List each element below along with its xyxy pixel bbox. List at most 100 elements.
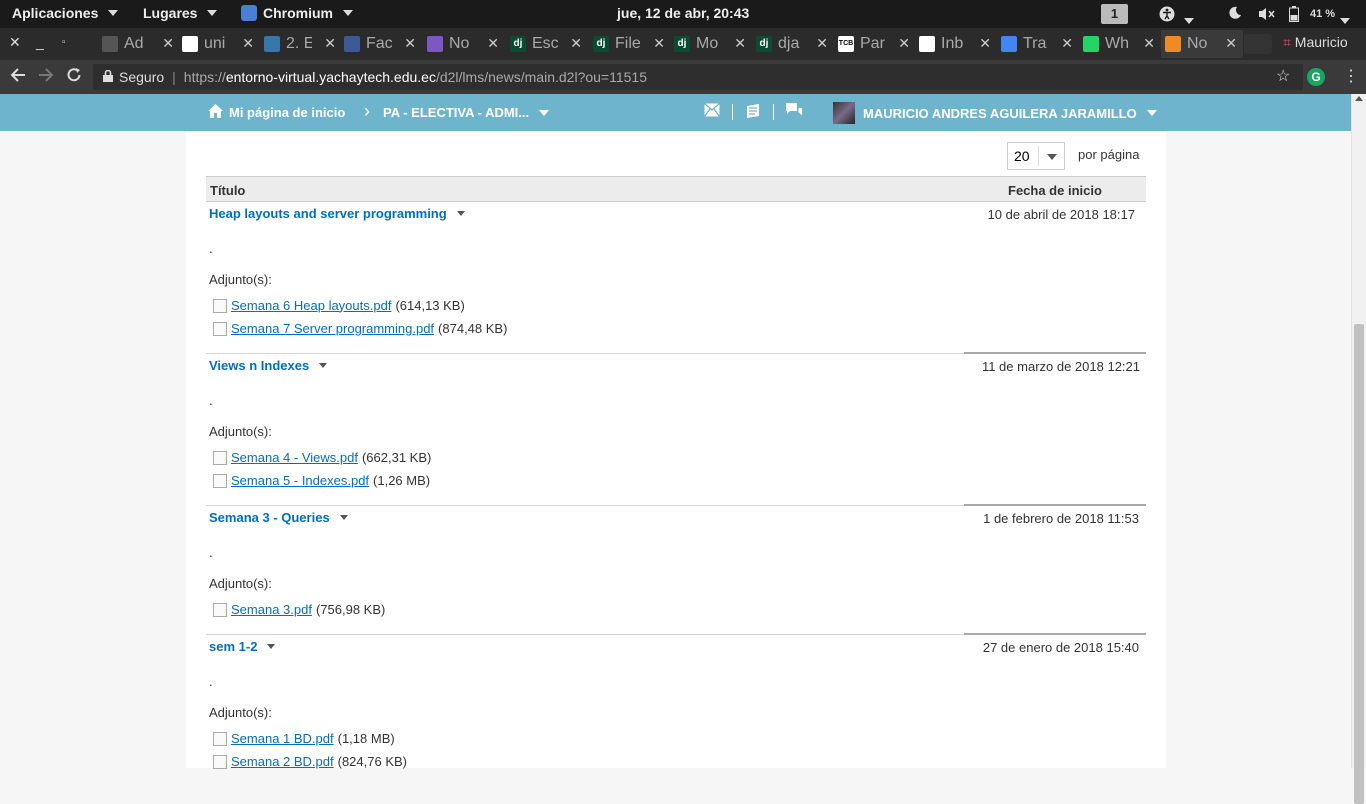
window-maximize-icon[interactable]: ▫: [62, 37, 66, 48]
tab-label: 2. E: [286, 35, 312, 52]
page-scrollbar[interactable]: [1351, 94, 1366, 804]
tab-close-icon[interactable]: ✕: [1225, 35, 1237, 52]
browser-tab[interactable]: Fac ✕: [340, 30, 422, 58]
tab-close-icon[interactable]: ✕: [242, 35, 254, 52]
divider: |: [172, 69, 176, 85]
reload-icon[interactable]: [66, 67, 82, 88]
menu-kebab-icon[interactable]: ⋮: [1343, 66, 1359, 86]
applications-menu[interactable]: Aplicaciones: [12, 5, 119, 21]
browser-tab[interactable]: TCB Par ✕: [834, 30, 916, 58]
window-close-icon[interactable]: ✕: [9, 34, 21, 51]
attachment-link[interactable]: Semana 2 BD.pdf: [231, 754, 334, 769]
tab-close-icon[interactable]: ✕: [816, 35, 828, 52]
tab-close-icon[interactable]: ✕: [1143, 35, 1155, 52]
attachment-checkbox[interactable]: [213, 451, 227, 465]
chevron-down-icon[interactable]: [267, 644, 276, 649]
divider: [732, 104, 733, 120]
grammarly-icon[interactable]: G: [1307, 68, 1325, 86]
chevron-down-icon[interactable]: [456, 211, 465, 216]
places-menu[interactable]: Lugares: [143, 5, 218, 21]
message-alerts-icon[interactable]: [703, 103, 721, 121]
browser-tab[interactable]: uni ✕: [178, 30, 260, 58]
attachment-checkbox[interactable]: [213, 474, 227, 488]
browser-tab[interactable]: Wh ✕: [1079, 30, 1161, 58]
workspace-indicator[interactable]: 1: [1101, 4, 1128, 24]
browser-tab[interactable]: dj Mo ✕: [670, 30, 752, 58]
update-alerts-icon[interactable]: [745, 103, 761, 123]
chevron-down-icon[interactable]: [319, 363, 328, 368]
list-icon: [427, 36, 443, 52]
clock[interactable]: jue, 12 de abr, 20:43: [617, 5, 749, 21]
tab-close-icon[interactable]: ✕: [404, 35, 416, 52]
news-item: sem 1-2 27 de enero de 2018 15:40. Adjunto…: [206, 639, 1146, 779]
news-title-link[interactable]: sem 1-2: [209, 639, 276, 654]
forward-arrow-icon[interactable]: [38, 67, 54, 88]
home-link[interactable]: Mi página de inicio: [208, 104, 345, 121]
address-bar[interactable]: Seguro | https://entorno-virtual.yachayt…: [93, 64, 1303, 90]
browser-tab[interactable]: dj File ✕: [589, 30, 671, 58]
tab-close-icon[interactable]: ✕: [1061, 35, 1073, 52]
subscription-alerts-icon[interactable]: [786, 103, 803, 122]
attachment-checkbox[interactable]: [213, 603, 227, 617]
tab-close-icon[interactable]: ✕: [487, 35, 499, 52]
tcb-icon: TCB: [838, 36, 854, 52]
tab-close-icon[interactable]: ✕: [898, 35, 910, 52]
news-title: Semana 3 - Queries: [209, 510, 330, 525]
attachment-checkbox[interactable]: [213, 299, 227, 313]
tab-close-icon[interactable]: ✕: [653, 35, 665, 52]
news-title-link[interactable]: Views n Indexes: [209, 358, 328, 373]
browser-tab[interactable]: No ✕: [423, 30, 505, 58]
chromium-icon: [241, 5, 257, 21]
divider: [964, 352, 1146, 354]
chevron-down-icon: [343, 10, 353, 16]
new-tab-button[interactable]: [1244, 34, 1272, 54]
places-label: Lugares: [143, 5, 198, 21]
url-host: entorno-virtual.yachaytech.edu.ec: [225, 69, 436, 85]
back-arrow-icon[interactable]: [10, 67, 26, 88]
browser-tab[interactable]: Ad ✕: [98, 30, 180, 58]
browser-tab[interactable]: Inb ✕: [915, 30, 997, 58]
attachment-link[interactable]: Semana 6 Heap layouts.pdf: [231, 298, 391, 313]
tab-close-icon[interactable]: ✕: [570, 35, 582, 52]
attachment-checkbox[interactable]: [213, 322, 227, 336]
scroll-up-icon[interactable]: [1355, 96, 1363, 101]
attachment-link[interactable]: Semana 3.pdf: [231, 602, 312, 617]
attachment-size: (1,18 MB): [337, 730, 395, 746]
django-icon: dj: [593, 36, 609, 52]
browser-tab[interactable]: dj dja ✕: [752, 30, 834, 58]
chevron-down-icon[interactable]: [1340, 11, 1350, 27]
accessibility-icon[interactable]: [1159, 6, 1175, 22]
scrollbar-thumb[interactable]: [1354, 324, 1364, 804]
browser-tab[interactable]: dj Esc ✕: [506, 30, 588, 58]
attachment-checkbox[interactable]: [213, 755, 227, 769]
user-menu[interactable]: MAURICIO ANDRES AGUILERA JARAMILLO: [833, 102, 1157, 124]
news-title-link[interactable]: Semana 3 - Queries: [209, 510, 348, 525]
tab-close-icon[interactable]: ✕: [979, 35, 991, 52]
attachment-link[interactable]: Semana 5 - Indexes.pdf: [231, 473, 369, 488]
attachment-row: Semana 3.pdf (756,98 KB): [213, 601, 385, 617]
chevron-down-icon[interactable]: [339, 515, 348, 520]
tab-close-icon[interactable]: ✕: [734, 35, 746, 52]
app-menu[interactable]: Chromium: [241, 5, 353, 21]
course-selector[interactable]: PA - ELECTIVA - ADMI...: [383, 105, 550, 120]
bookmark-star-icon[interactable]: ☆: [1276, 66, 1290, 86]
attachment-link[interactable]: Semana 1 BD.pdf: [231, 731, 334, 746]
page-size-select[interactable]: 20: [1007, 142, 1065, 170]
tab-close-icon[interactable]: ✕: [324, 35, 336, 52]
attachment-link[interactable]: Semana 4 - Views.pdf: [231, 450, 358, 465]
news-title: sem 1-2: [209, 639, 258, 654]
profile-button[interactable]: ⌗ Mauricio: [1283, 34, 1348, 51]
browser-tab[interactable]: 2. E ✕: [260, 30, 342, 58]
attachment-checkbox[interactable]: [213, 732, 227, 746]
news-title-link[interactable]: Heap layouts and server programming: [209, 206, 465, 221]
gmail-icon: [919, 36, 935, 52]
browser-tab[interactable]: No ✕: [1161, 30, 1243, 58]
attachment-link[interactable]: Semana 7 Server programming.pdf: [231, 321, 434, 336]
tab-label: File: [615, 35, 641, 52]
tab-close-icon[interactable]: ✕: [162, 35, 174, 52]
news-date: 1 de febrero de 2018 11:53: [983, 511, 1139, 526]
window-minimize-icon[interactable]: _: [36, 34, 44, 50]
browser-tab[interactable]: Tra ✕: [997, 30, 1079, 58]
news-date: 11 de marzo de 2018 12:21: [981, 359, 1140, 374]
chevron-down-icon[interactable]: [1184, 11, 1194, 27]
